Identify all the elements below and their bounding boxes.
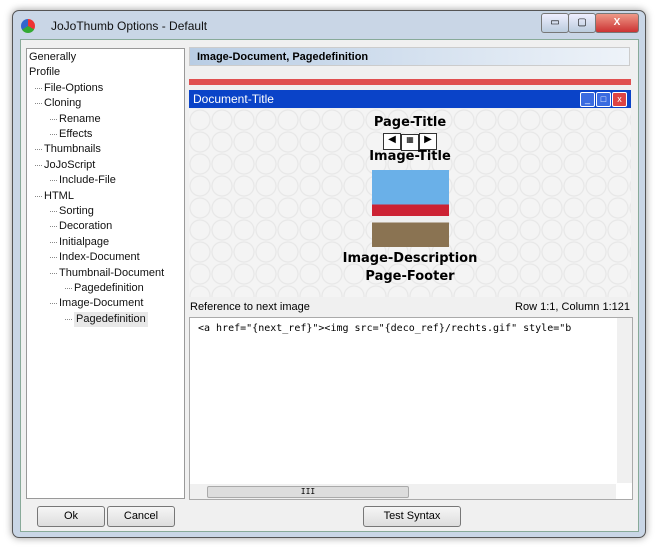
tree-item[interactable]: Sorting (50, 204, 94, 219)
horizontal-scrollbar[interactable]: III (190, 484, 616, 499)
page-title: Page-Title (373, 115, 447, 130)
section-header: Image-Document, Pagedefinition (189, 47, 630, 66)
tree-item[interactable]: Effects (49, 127, 92, 142)
maximize-button[interactable]: ▢ (568, 13, 596, 33)
tree-item[interactable]: Initialpage (49, 235, 109, 250)
tree-item[interactable]: Image-Document (49, 296, 143, 311)
preview-title-bar: Document-Title _ □ x (189, 90, 631, 108)
settings-tree[interactable]: Generally Profile File-Options Cloning Renam… (26, 48, 185, 499)
page-preview: Page-Title ◀ ▦ ▶ Image-Title Image-Descrip… (189, 109, 631, 297)
minimize-button[interactable]: ▭ (541, 13, 569, 33)
tree-item[interactable]: Generally (29, 50, 76, 65)
tree-item[interactable]: Pagedefinition (65, 281, 144, 296)
nav-icons: ◀ ▦ ▶ (189, 131, 631, 151)
tree-item[interactable]: File-Options (34, 81, 103, 96)
tree-item[interactable]: Include-File (50, 173, 116, 188)
code-editor[interactable]: <a href="{next_ref}"><img src="{deco_ref… (189, 317, 633, 500)
tree-item[interactable]: Profile (29, 65, 60, 80)
code-text: <a href="{next_ref}"><img src="{deco_ref… (198, 323, 572, 334)
vertical-scrollbar[interactable] (617, 318, 632, 483)
scroll-thumb[interactable]: III (207, 486, 409, 498)
arrow-left-icon: ◀ (383, 133, 401, 150)
preview-top-bar (189, 79, 631, 85)
lighthouse-image (371, 170, 449, 247)
arrow-right-icon: ▶ (419, 133, 437, 150)
cursor-position: Row 1:1, Column 1:121 (515, 301, 630, 313)
tree-item[interactable]: Thumbnails (35, 142, 101, 157)
tree-item[interactable]: JoJoScript (34, 158, 95, 173)
tree-item[interactable]: Pagedefinition (65, 311, 148, 327)
document-title: Document-Title (193, 92, 274, 106)
page-footer: Page-Footer (365, 269, 455, 284)
tree-item[interactable]: Cloning (34, 96, 81, 111)
cancel-button[interactable]: Cancel (107, 506, 175, 527)
test-syntax-button[interactable]: Test Syntax (363, 506, 461, 527)
close-button[interactable]: X (595, 13, 639, 33)
image-title: Image-Title (369, 149, 451, 164)
maximize-icon: □ (596, 92, 611, 107)
tree-item[interactable]: Decoration (49, 219, 112, 234)
tree-item[interactable]: Rename (50, 112, 101, 127)
options-window: JoJoThumb Options - Default ▭ ▢ X Genera… (12, 10, 646, 538)
image-description: Image-Description (342, 251, 478, 266)
tree-item[interactable]: Index-Document (50, 250, 140, 265)
tree-item[interactable]: Thumbnail-Document (49, 266, 164, 281)
tree-item[interactable]: HTML (35, 189, 74, 204)
client-area: Generally Profile File-Options Cloning Renam… (20, 39, 639, 532)
window-title: JoJoThumb Options - Default (51, 19, 208, 33)
app-icon (21, 19, 35, 33)
close-icon: x (612, 92, 627, 107)
minimize-icon: _ (580, 92, 595, 107)
ok-button[interactable]: Ok (37, 506, 105, 527)
editor-label: Reference to next image (190, 301, 310, 313)
